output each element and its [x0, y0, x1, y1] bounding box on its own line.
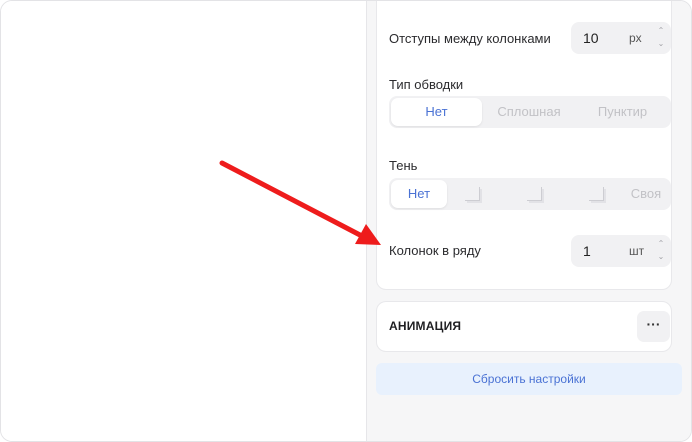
shadow-custom[interactable]: Своя: [623, 180, 669, 208]
layout-settings-card: Отступы между колонками 10 px ⌃ ⌄ Тип об…: [376, 1, 672, 290]
shadow-segmented: Нет Своя: [389, 178, 671, 210]
column-gap-value[interactable]: 10: [583, 30, 599, 46]
columns-per-row-stepper[interactable]: 1 шт ⌃ ⌄: [571, 235, 671, 267]
shadow-none[interactable]: Нет: [391, 180, 447, 208]
reset-settings-button[interactable]: Сбросить настройки: [376, 363, 682, 395]
shadow-corner-icon: [465, 187, 480, 201]
column-gap-arrows: ⌃ ⌄: [655, 24, 667, 52]
shadow-corner-icon: [527, 187, 542, 201]
columns-per-row-label: Колонок в ряду: [389, 243, 481, 258]
chevron-up-icon[interactable]: ⌃: [655, 237, 667, 250]
settings-panel: Отступы между колонками 10 px ⌃ ⌄ Тип об…: [366, 1, 691, 441]
shadow-corner-icon: [589, 187, 604, 201]
border-type-none[interactable]: Нет: [391, 98, 482, 126]
column-gap-stepper[interactable]: 10 px ⌃ ⌄: [571, 22, 671, 54]
chevron-up-icon[interactable]: ⌃: [655, 24, 667, 37]
chevron-down-icon[interactable]: ⌄: [655, 250, 667, 263]
preview-canvas[interactable]: [1, 1, 366, 441]
column-gap-unit: px: [629, 31, 642, 45]
columns-per-row-value[interactable]: 1: [583, 243, 591, 259]
border-type-segmented: Нет Сплошная Пунктир: [389, 96, 671, 128]
columns-per-row-arrows: ⌃ ⌄: [655, 237, 667, 265]
column-gap-label: Отступы между колонками: [389, 31, 551, 46]
shadow-large-option[interactable]: [565, 180, 621, 208]
animation-title: АНИМАЦИЯ: [389, 319, 462, 333]
shadow-small-option[interactable]: [449, 180, 505, 208]
app-window: Отступы между колонками 10 px ⌃ ⌄ Тип об…: [0, 0, 692, 442]
border-type-solid[interactable]: Сплошная: [483, 98, 575, 126]
shadow-medium-option[interactable]: [507, 180, 563, 208]
columns-per-row-unit: шт: [629, 244, 645, 258]
shadow-label: Тень: [389, 158, 418, 173]
chevron-down-icon[interactable]: ⌄: [655, 37, 667, 50]
border-type-label: Тип обводки: [389, 77, 464, 92]
animation-card[interactable]: АНИМАЦИЯ ···: [376, 301, 672, 352]
border-type-dashed[interactable]: Пунктир: [576, 98, 669, 126]
animation-more-button[interactable]: ···: [637, 311, 670, 342]
